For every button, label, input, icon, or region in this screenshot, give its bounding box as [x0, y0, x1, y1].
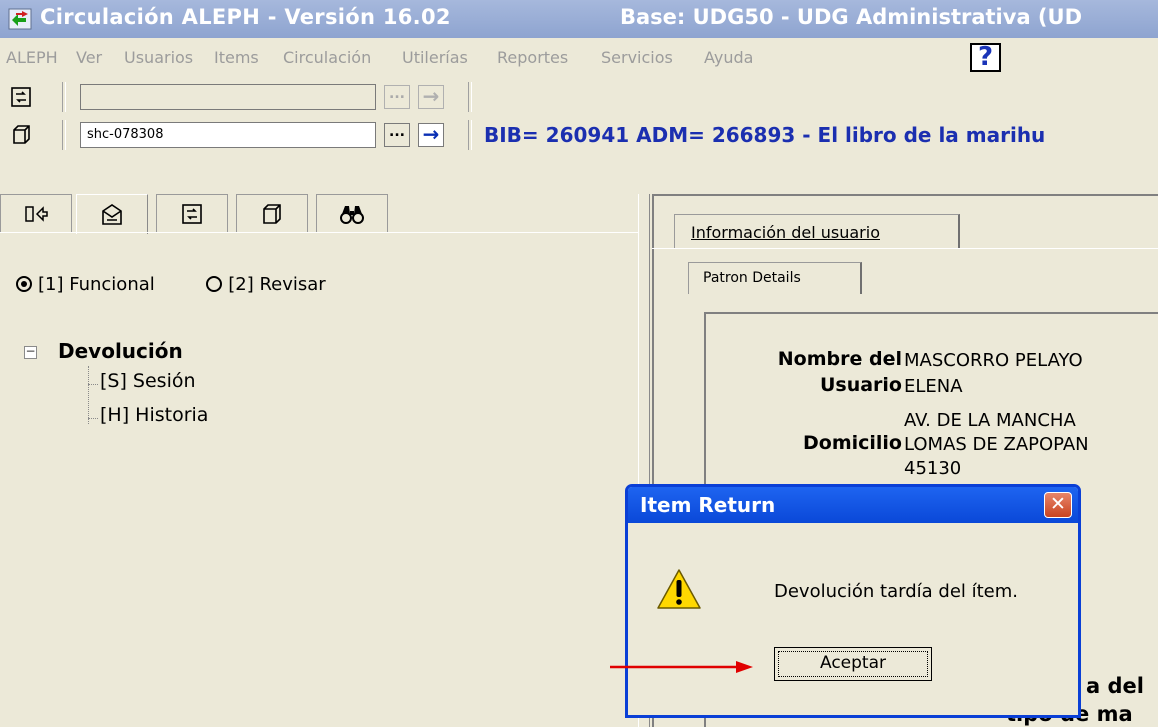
browse-button[interactable]: ... [384, 85, 410, 109]
go-button[interactable]: → [418, 85, 444, 109]
tab-swap[interactable] [156, 194, 228, 232]
warning-icon [657, 569, 701, 609]
go-button[interactable]: → [418, 123, 444, 147]
title-bar: Circulación ALEPH - Versión 16.02 Base: … [0, 0, 1158, 38]
address-line-2: LOMAS DE ZAPOPAN [904, 434, 1089, 455]
tab-user-info[interactable]: Información del usuario [674, 214, 960, 248]
dialog-title: Item Return [640, 493, 776, 517]
radio-review[interactable]: [2] Revisar [206, 274, 326, 295]
swap-icon [182, 203, 202, 224]
address-label: Domicilio [803, 432, 902, 454]
menu-circulacion[interactable]: Circulación [283, 48, 371, 67]
swap-icon[interactable] [8, 84, 34, 110]
radio-selected-indicator [16, 276, 32, 292]
mail-icon [102, 203, 122, 225]
tree-connector [88, 366, 89, 424]
menu-usuarios[interactable]: Usuarios [124, 48, 193, 67]
toolbar-separator [62, 82, 66, 112]
window-icon [263, 203, 281, 224]
item-barcode-input[interactable] [80, 84, 376, 110]
name-value-line-1: MASCORRO PELAYO [904, 350, 1083, 371]
ok-button[interactable]: Aceptar [774, 647, 932, 681]
app-arrows-icon [8, 8, 32, 30]
tree-root-devolucion[interactable]: Devolución [58, 339, 183, 363]
toolbar-separator [468, 82, 472, 112]
toolbar-separator [468, 120, 472, 150]
loan-label-partial: a del [1086, 674, 1144, 698]
tab-baseline [0, 232, 638, 233]
toolbar-separator [62, 120, 66, 150]
address-line-1: AV. DE LA MANCHA [904, 410, 1076, 431]
window-icon[interactable] [8, 122, 34, 148]
menu-items[interactable]: Items [214, 48, 259, 67]
item-return-dialog: Item Return ✕ Devolución tardía del ítem… [625, 484, 1081, 718]
tree-item-session[interactable]: [S] Sesión [100, 370, 196, 392]
tree-collapse-toggle[interactable]: − [24, 345, 37, 359]
navigation-tree: − Devolución [S] Sesión [H] Historia [0, 334, 600, 634]
radio-indicator [206, 276, 223, 292]
tree-item-history[interactable]: [H] Historia [100, 404, 208, 426]
window-icon-svg [13, 125, 30, 144]
toolbar-2: shc-078308 ... → BIB= 260941 ADM= 266893… [0, 116, 1158, 156]
tab-window[interactable] [236, 194, 308, 232]
tab-return[interactable] [0, 194, 72, 232]
swap-icon-svg [11, 87, 31, 107]
menu-aleph[interactable]: ALEPH [6, 48, 58, 67]
mode-radio-group: [1] Funcional [2] Revisar [16, 274, 326, 295]
menu-bar: ALEPH Ver Usuarios Items Circulación Uti… [0, 38, 1158, 78]
menu-utilerias[interactable]: Utilerías [402, 48, 468, 67]
name-value-line-2: ELENA [904, 376, 963, 397]
return-icon [25, 205, 48, 222]
menu-servicios[interactable]: Servicios [601, 48, 673, 67]
window-title: Circulación ALEPH - Versión 16.02 [40, 5, 451, 29]
tab-search[interactable] [316, 194, 388, 232]
annotation-arrow [610, 661, 753, 673]
binoculars-icon [340, 205, 364, 224]
tree-connector [88, 418, 98, 419]
help-button[interactable]: ? [970, 43, 1001, 72]
browse-button[interactable]: ... [384, 123, 410, 147]
patron-id-input[interactable]: shc-078308 [80, 122, 376, 148]
bib-record-info: BIB= 260941 ADM= 266893 - El libro de la… [484, 123, 1046, 147]
address-line-3: 45130 [904, 458, 962, 479]
radio-functional[interactable]: [1] Funcional [16, 274, 155, 295]
toolbar-1: ... → [0, 78, 1158, 116]
tab-user-info-label: Información del usuario [691, 223, 880, 242]
menu-reportes[interactable]: Reportes [497, 48, 568, 67]
radio-review-label: [2] Revisar [228, 274, 326, 295]
dialog-title-bar: Item Return ✕ [628, 487, 1078, 523]
name-label-line-2: Usuario [819, 374, 902, 396]
tree-connector [88, 384, 98, 385]
left-panel: [1] Funcional [2] Revisar − Devolución [… [0, 194, 638, 727]
tab-loans[interactable] [76, 194, 148, 234]
close-icon[interactable]: ✕ [1044, 492, 1072, 518]
menu-ver[interactable]: Ver [76, 48, 102, 67]
radio-functional-label: [1] Funcional [38, 274, 155, 295]
tab-baseline [652, 248, 1158, 249]
dialog-message: Devolución tardía del ítem. [774, 581, 1019, 602]
name-label-line-1: Nombre del [777, 348, 902, 370]
menu-ayuda[interactable]: Ayuda [704, 48, 753, 67]
database-label: Base: UDG50 - UDG Administrativa (UD [620, 5, 1083, 29]
tab-patron-details[interactable]: Patron Details [688, 262, 862, 294]
